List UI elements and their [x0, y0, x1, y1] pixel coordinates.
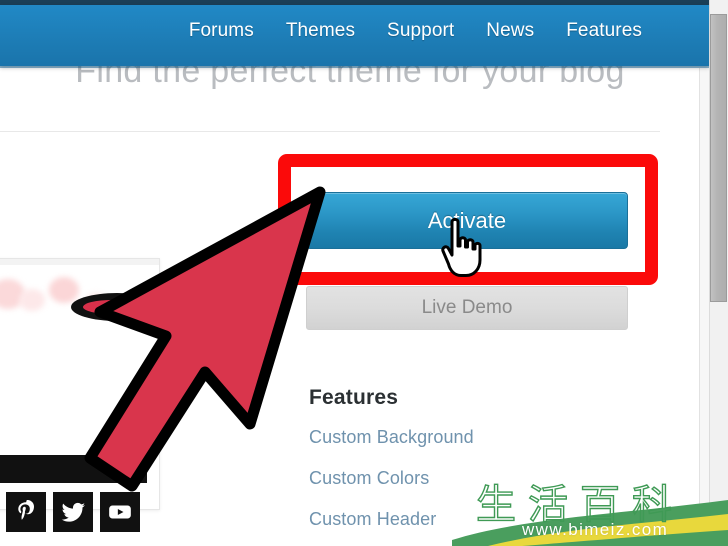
twitter-icon	[61, 502, 85, 522]
theme-preview-card[interactable]	[0, 258, 160, 510]
preview-dark-bar	[0, 455, 147, 483]
vertical-scrollbar-thumb[interactable]	[710, 14, 727, 302]
preview-top-strip	[0, 259, 159, 265]
youtube-icon	[109, 505, 131, 519]
features-section: Features Custom Background Custom Colors…	[309, 386, 609, 546]
feature-link-custom-colors[interactable]: Custom Colors	[309, 468, 609, 489]
preview-blob	[19, 289, 45, 311]
screenshot-stage: Find the perfect theme for your blog For…	[0, 0, 728, 546]
hero-divider	[0, 131, 660, 132]
navbar-menu: Forums Themes Support News Features	[189, 0, 642, 61]
vertical-scrollbar-track[interactable]	[709, 0, 728, 546]
activate-button[interactable]: Activate	[306, 192, 628, 249]
live-demo-button[interactable]: Live Demo	[306, 286, 628, 330]
preview-graphic	[71, 293, 159, 321]
preview-blob	[49, 277, 79, 303]
feature-link-custom-background[interactable]: Custom Background	[309, 427, 609, 448]
nav-item-forums[interactable]: Forums	[189, 20, 254, 42]
live-demo-button-label: Live Demo	[421, 297, 513, 318]
nav-item-themes[interactable]: Themes	[286, 20, 355, 42]
nav-item-support[interactable]: Support	[387, 20, 454, 42]
nav-item-news[interactable]: News	[486, 20, 534, 42]
feature-link-custom-header[interactable]: Custom Header	[309, 509, 609, 530]
features-heading: Features	[309, 386, 399, 409]
twitter-button[interactable]	[53, 492, 93, 532]
social-links	[6, 492, 140, 532]
pinterest-button[interactable]	[6, 492, 46, 532]
nav-item-features[interactable]: Features	[566, 20, 642, 42]
activate-button-label: Activate	[427, 207, 507, 233]
navbar-bottom-edge	[0, 66, 709, 68]
youtube-button[interactable]	[100, 492, 140, 532]
pinterest-icon	[18, 500, 34, 520]
